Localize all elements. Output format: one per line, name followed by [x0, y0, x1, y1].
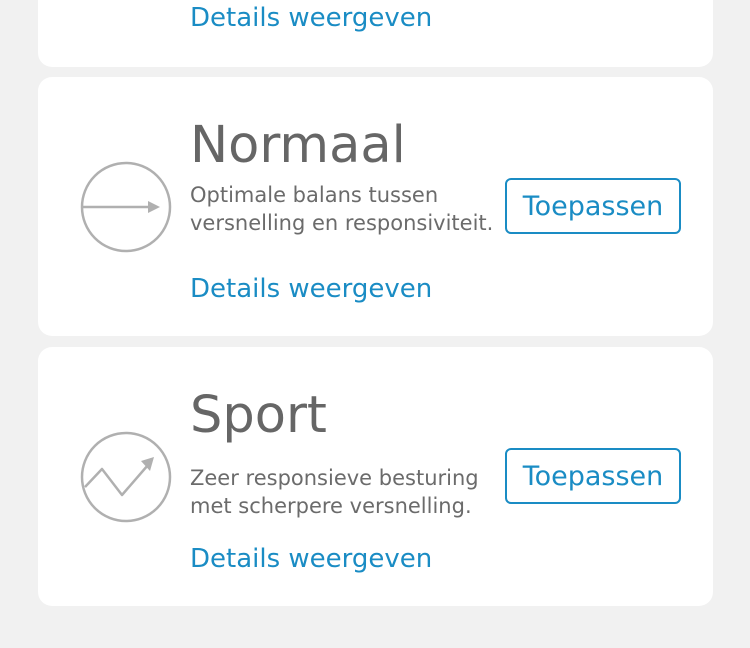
details-link[interactable]: Details weergeven [190, 5, 432, 31]
arrow-right-circle-icon [80, 161, 172, 253]
mode-card-sport: Sport Zeer responsieve besturing met sch… [38, 347, 713, 606]
details-link[interactable]: Details weergeven [190, 546, 432, 572]
mode-card-normaal: Normaal Optimale balans tussen versnelli… [38, 77, 713, 336]
apply-button[interactable]: Toepassen [505, 178, 681, 234]
mode-description: Zeer responsieve besturing met scherpere… [190, 466, 479, 518]
mode-card-partial: Details weergeven [38, 0, 713, 67]
details-link[interactable]: Details weergeven [190, 276, 432, 302]
mode-description: Optimale balans tussen versnelling en re… [190, 183, 494, 235]
mode-title: Normaal [190, 116, 406, 175]
zigzag-up-circle-icon [80, 431, 172, 523]
mode-title: Sport [190, 386, 327, 445]
apply-button[interactable]: Toepassen [505, 448, 681, 504]
